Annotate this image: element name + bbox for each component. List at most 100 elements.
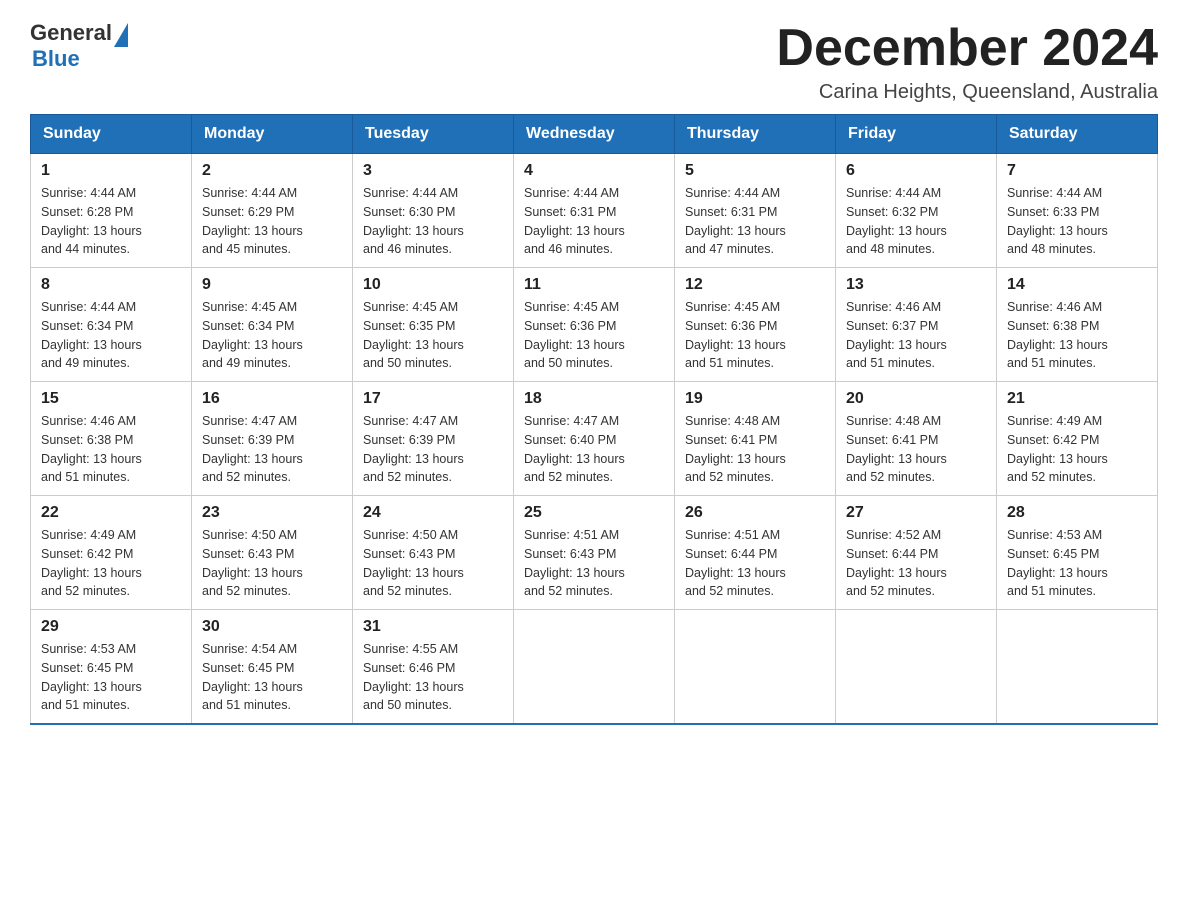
title-block: December 2024 Carina Heights, Queensland… bbox=[776, 20, 1158, 104]
calendar-cell bbox=[997, 610, 1158, 725]
calendar-cell: 1 Sunrise: 4:44 AM Sunset: 6:28 PM Dayli… bbox=[31, 154, 192, 268]
day-info: Sunrise: 4:48 AM Sunset: 6:41 PM Dayligh… bbox=[846, 412, 986, 487]
day-number: 21 bbox=[1007, 390, 1147, 408]
day-number: 2 bbox=[202, 162, 342, 180]
day-number: 28 bbox=[1007, 504, 1147, 522]
day-number: 19 bbox=[685, 390, 825, 408]
col-tuesday: Tuesday bbox=[353, 115, 514, 154]
calendar-cell: 16 Sunrise: 4:47 AM Sunset: 6:39 PM Dayl… bbox=[192, 382, 353, 496]
day-number: 13 bbox=[846, 276, 986, 294]
day-info: Sunrise: 4:44 AM Sunset: 6:28 PM Dayligh… bbox=[41, 184, 181, 259]
calendar-cell: 15 Sunrise: 4:46 AM Sunset: 6:38 PM Dayl… bbox=[31, 382, 192, 496]
day-number: 16 bbox=[202, 390, 342, 408]
day-info: Sunrise: 4:44 AM Sunset: 6:30 PM Dayligh… bbox=[363, 184, 503, 259]
logo: General Blue bbox=[30, 20, 128, 72]
day-number: 5 bbox=[685, 162, 825, 180]
day-info: Sunrise: 4:45 AM Sunset: 6:34 PM Dayligh… bbox=[202, 298, 342, 373]
calendar-cell: 27 Sunrise: 4:52 AM Sunset: 6:44 PM Dayl… bbox=[836, 496, 997, 610]
location-title: Carina Heights, Queensland, Australia bbox=[776, 81, 1158, 104]
day-number: 20 bbox=[846, 390, 986, 408]
day-number: 4 bbox=[524, 162, 664, 180]
col-thursday: Thursday bbox=[675, 115, 836, 154]
day-info: Sunrise: 4:49 AM Sunset: 6:42 PM Dayligh… bbox=[41, 526, 181, 601]
day-info: Sunrise: 4:48 AM Sunset: 6:41 PM Dayligh… bbox=[685, 412, 825, 487]
day-number: 9 bbox=[202, 276, 342, 294]
calendar-cell: 25 Sunrise: 4:51 AM Sunset: 6:43 PM Dayl… bbox=[514, 496, 675, 610]
day-info: Sunrise: 4:44 AM Sunset: 6:31 PM Dayligh… bbox=[524, 184, 664, 259]
day-number: 27 bbox=[846, 504, 986, 522]
day-info: Sunrise: 4:45 AM Sunset: 6:36 PM Dayligh… bbox=[524, 298, 664, 373]
day-info: Sunrise: 4:47 AM Sunset: 6:39 PM Dayligh… bbox=[363, 412, 503, 487]
calendar-cell: 9 Sunrise: 4:45 AM Sunset: 6:34 PM Dayli… bbox=[192, 268, 353, 382]
day-info: Sunrise: 4:46 AM Sunset: 6:37 PM Dayligh… bbox=[846, 298, 986, 373]
day-info: Sunrise: 4:46 AM Sunset: 6:38 PM Dayligh… bbox=[41, 412, 181, 487]
day-info: Sunrise: 4:50 AM Sunset: 6:43 PM Dayligh… bbox=[202, 526, 342, 601]
day-number: 15 bbox=[41, 390, 181, 408]
calendar-cell bbox=[675, 610, 836, 725]
calendar-cell: 21 Sunrise: 4:49 AM Sunset: 6:42 PM Dayl… bbox=[997, 382, 1158, 496]
calendar-cell: 31 Sunrise: 4:55 AM Sunset: 6:46 PM Dayl… bbox=[353, 610, 514, 725]
calendar-table: Sunday Monday Tuesday Wednesday Thursday… bbox=[30, 114, 1158, 725]
day-info: Sunrise: 4:45 AM Sunset: 6:35 PM Dayligh… bbox=[363, 298, 503, 373]
calendar-cell: 12 Sunrise: 4:45 AM Sunset: 6:36 PM Dayl… bbox=[675, 268, 836, 382]
day-number: 26 bbox=[685, 504, 825, 522]
calendar-cell: 24 Sunrise: 4:50 AM Sunset: 6:43 PM Dayl… bbox=[353, 496, 514, 610]
col-monday: Monday bbox=[192, 115, 353, 154]
page-header: General Blue December 2024 Carina Height… bbox=[30, 20, 1158, 104]
day-number: 31 bbox=[363, 618, 503, 636]
calendar-cell: 18 Sunrise: 4:47 AM Sunset: 6:40 PM Dayl… bbox=[514, 382, 675, 496]
calendar-week-1: 1 Sunrise: 4:44 AM Sunset: 6:28 PM Dayli… bbox=[31, 154, 1158, 268]
day-info: Sunrise: 4:44 AM Sunset: 6:32 PM Dayligh… bbox=[846, 184, 986, 259]
logo-triangle-icon bbox=[114, 23, 128, 47]
calendar-cell: 26 Sunrise: 4:51 AM Sunset: 6:44 PM Dayl… bbox=[675, 496, 836, 610]
calendar-cell: 22 Sunrise: 4:49 AM Sunset: 6:42 PM Dayl… bbox=[31, 496, 192, 610]
calendar-cell: 28 Sunrise: 4:53 AM Sunset: 6:45 PM Dayl… bbox=[997, 496, 1158, 610]
day-info: Sunrise: 4:47 AM Sunset: 6:40 PM Dayligh… bbox=[524, 412, 664, 487]
day-number: 8 bbox=[41, 276, 181, 294]
calendar-cell: 14 Sunrise: 4:46 AM Sunset: 6:38 PM Dayl… bbox=[997, 268, 1158, 382]
day-info: Sunrise: 4:44 AM Sunset: 6:29 PM Dayligh… bbox=[202, 184, 342, 259]
day-number: 18 bbox=[524, 390, 664, 408]
logo-blue-text: Blue bbox=[32, 46, 80, 72]
day-number: 14 bbox=[1007, 276, 1147, 294]
calendar-cell: 30 Sunrise: 4:54 AM Sunset: 6:45 PM Dayl… bbox=[192, 610, 353, 725]
day-number: 12 bbox=[685, 276, 825, 294]
day-info: Sunrise: 4:46 AM Sunset: 6:38 PM Dayligh… bbox=[1007, 298, 1147, 373]
calendar-week-4: 22 Sunrise: 4:49 AM Sunset: 6:42 PM Dayl… bbox=[31, 496, 1158, 610]
day-info: Sunrise: 4:53 AM Sunset: 6:45 PM Dayligh… bbox=[41, 640, 181, 715]
day-info: Sunrise: 4:52 AM Sunset: 6:44 PM Dayligh… bbox=[846, 526, 986, 601]
day-info: Sunrise: 4:47 AM Sunset: 6:39 PM Dayligh… bbox=[202, 412, 342, 487]
calendar-week-2: 8 Sunrise: 4:44 AM Sunset: 6:34 PM Dayli… bbox=[31, 268, 1158, 382]
month-title: December 2024 bbox=[776, 20, 1158, 77]
calendar-cell bbox=[836, 610, 997, 725]
calendar-cell: 2 Sunrise: 4:44 AM Sunset: 6:29 PM Dayli… bbox=[192, 154, 353, 268]
logo-general-text: General bbox=[30, 20, 112, 46]
calendar-week-5: 29 Sunrise: 4:53 AM Sunset: 6:45 PM Dayl… bbox=[31, 610, 1158, 725]
calendar-cell bbox=[514, 610, 675, 725]
day-number: 25 bbox=[524, 504, 664, 522]
day-number: 22 bbox=[41, 504, 181, 522]
col-sunday: Sunday bbox=[31, 115, 192, 154]
col-saturday: Saturday bbox=[997, 115, 1158, 154]
day-number: 24 bbox=[363, 504, 503, 522]
calendar-cell: 17 Sunrise: 4:47 AM Sunset: 6:39 PM Dayl… bbox=[353, 382, 514, 496]
calendar-cell: 20 Sunrise: 4:48 AM Sunset: 6:41 PM Dayl… bbox=[836, 382, 997, 496]
calendar-cell: 11 Sunrise: 4:45 AM Sunset: 6:36 PM Dayl… bbox=[514, 268, 675, 382]
col-wednesday: Wednesday bbox=[514, 115, 675, 154]
day-number: 30 bbox=[202, 618, 342, 636]
calendar-cell: 10 Sunrise: 4:45 AM Sunset: 6:35 PM Dayl… bbox=[353, 268, 514, 382]
calendar-header-row: Sunday Monday Tuesday Wednesday Thursday… bbox=[31, 115, 1158, 154]
calendar-cell: 8 Sunrise: 4:44 AM Sunset: 6:34 PM Dayli… bbox=[31, 268, 192, 382]
day-number: 23 bbox=[202, 504, 342, 522]
calendar-cell: 4 Sunrise: 4:44 AM Sunset: 6:31 PM Dayli… bbox=[514, 154, 675, 268]
day-number: 7 bbox=[1007, 162, 1147, 180]
day-number: 3 bbox=[363, 162, 503, 180]
calendar-cell: 3 Sunrise: 4:44 AM Sunset: 6:30 PM Dayli… bbox=[353, 154, 514, 268]
day-info: Sunrise: 4:55 AM Sunset: 6:46 PM Dayligh… bbox=[363, 640, 503, 715]
calendar-week-3: 15 Sunrise: 4:46 AM Sunset: 6:38 PM Dayl… bbox=[31, 382, 1158, 496]
calendar-cell: 23 Sunrise: 4:50 AM Sunset: 6:43 PM Dayl… bbox=[192, 496, 353, 610]
day-number: 29 bbox=[41, 618, 181, 636]
day-info: Sunrise: 4:45 AM Sunset: 6:36 PM Dayligh… bbox=[685, 298, 825, 373]
calendar-cell: 6 Sunrise: 4:44 AM Sunset: 6:32 PM Dayli… bbox=[836, 154, 997, 268]
day-number: 10 bbox=[363, 276, 503, 294]
